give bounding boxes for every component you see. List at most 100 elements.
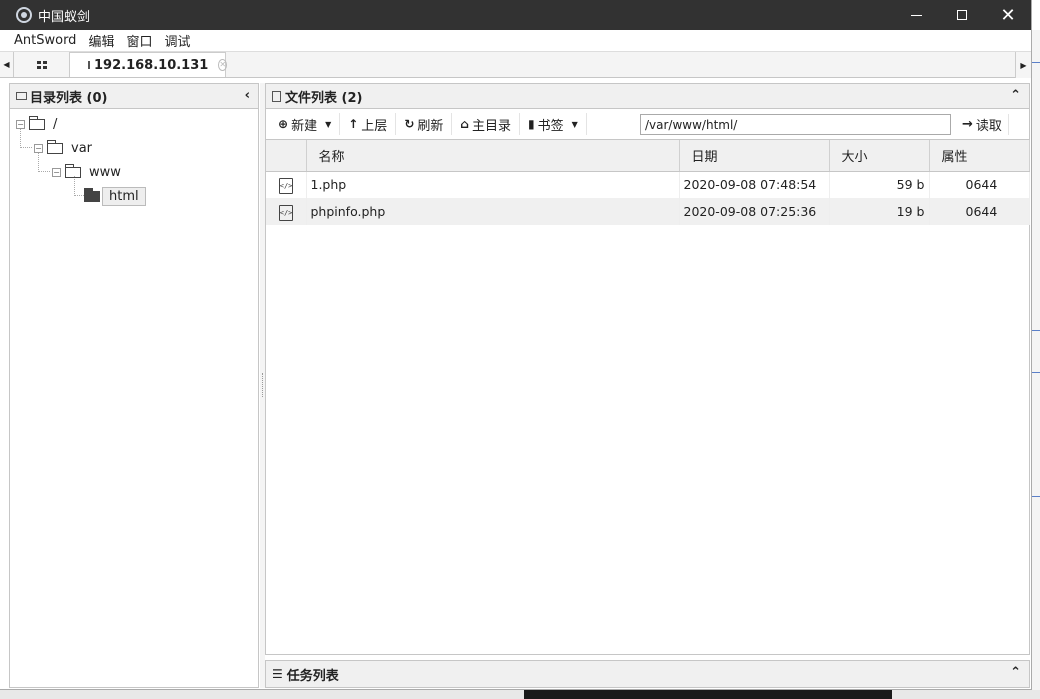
maximize-button[interactable] [939, 0, 985, 30]
bookmark-button[interactable]: ▮ 书签 ▼ [520, 113, 587, 135]
column-header-perm[interactable]: 属性 [929, 140, 1030, 172]
tab-label: 192.168.10.131 [94, 57, 209, 73]
window-controls: ✕ [893, 0, 1031, 30]
directory-tree: − / − var − www html [10, 109, 258, 687]
bookmark-icon: ▮ [528, 117, 535, 131]
home-icon: ⌂ [460, 117, 469, 131]
directory-panel-title: 目录列表 (0) [30, 90, 108, 106]
file-panel-title: 文件列表 (2) [285, 90, 363, 106]
caret-down-icon: ▼ [571, 119, 578, 129]
file-date: 2020-09-08 07:48:54 [679, 171, 830, 198]
read-button[interactable]: → 读取 [956, 114, 1009, 135]
file-panel-header: 文件列表 (2) ⌃ [266, 84, 1029, 109]
column-header-name[interactable]: 名称 [306, 140, 680, 172]
plus-circle-icon: ⊕ [278, 117, 289, 131]
column-header-size[interactable]: 大小 [829, 140, 930, 172]
antsword-logo-icon [16, 7, 32, 23]
file-perm: 0644 [929, 171, 1030, 198]
table-header-row: 名称 日期 大小 属性 [266, 140, 1030, 172]
arrow-up-icon: ↑ [348, 117, 359, 131]
file-date: 2020-09-08 07:25:36 [679, 198, 830, 225]
file-table: 名称 日期 大小 属性 </> 1.php 2020-09-08 07:48:5… [266, 140, 1030, 225]
php-file-icon: </> [278, 177, 293, 194]
up-label: 上层 [361, 118, 388, 134]
folder-solid-icon [84, 188, 100, 202]
title-bar[interactable]: 中国蚁剑 ✕ [0, 0, 1031, 30]
tree-node-html[interactable]: html [84, 187, 146, 206]
minimize-icon [910, 14, 922, 16]
column-header-date[interactable]: 日期 [679, 140, 830, 172]
splitter-grip-icon [262, 373, 263, 397]
tab-shell-session[interactable]: 192.168.10.131 ✕ [70, 52, 228, 77]
file-perm: 0644 [929, 198, 1030, 225]
directory-panel-header: 目录列表 (0) ‹ [10, 84, 258, 109]
tab-scroll-left-button[interactable]: ◀ [0, 52, 14, 77]
file-name: 1.php [306, 171, 680, 198]
tree-label-var: var [71, 141, 93, 156]
menu-antsword[interactable]: AntSword [14, 33, 76, 48]
tree-node-root[interactable]: − / [16, 116, 58, 132]
file-size: 19 b [829, 198, 930, 225]
menu-window[interactable]: 窗口 [126, 31, 152, 50]
grid-icon [36, 60, 47, 69]
directory-panel: 目录列表 (0) ‹ − / − var − www html [9, 83, 259, 688]
tab-scroll-right-button[interactable]: ▶ [1015, 52, 1031, 78]
arrow-right-icon: → [962, 117, 973, 132]
new-label: 新建 [291, 118, 318, 134]
table-row[interactable]: </> phpinfo.php 2020-09-08 07:25:36 19 b… [266, 198, 1030, 225]
refresh-button[interactable]: ↻ 刷新 [396, 113, 453, 135]
menu-debug[interactable]: 调试 [164, 31, 190, 50]
tab-home[interactable] [14, 52, 70, 77]
tree-label-html: html [102, 187, 146, 206]
tree-node-var[interactable]: − var [34, 140, 93, 156]
file-panel: 文件列表 (2) ⌃ ⊕ 新建 ▼ ↑ 上层 ↻ 刷新 ⌂ 主目录 ▮ 书签 ▼… [265, 83, 1030, 655]
close-icon: ✕ [1000, 4, 1016, 26]
refresh-icon: ↻ [404, 117, 415, 131]
bookmark-label: 书签 [537, 118, 564, 134]
desktop-background-right [1032, 30, 1040, 699]
tree-toggle-icon[interactable]: − [34, 144, 43, 153]
file-icon [272, 90, 281, 102]
folder-icon [88, 61, 90, 69]
tab-bar: ◀ 192.168.10.131 ✕ ▶ [0, 52, 1031, 78]
antsword-window: 中国蚁剑 ✕ AntSword 编辑 窗口 调试 ◀ 192.168.10.13… [0, 0, 1032, 690]
home-label: 主目录 [471, 118, 511, 134]
file-size: 59 b [829, 171, 930, 198]
refresh-label: 刷新 [417, 118, 444, 134]
tree-toggle-icon[interactable]: − [52, 168, 61, 177]
read-label: 读取 [975, 119, 1002, 134]
list-icon: ☰ [272, 667, 283, 681]
task-panel-header: ☰ 任务列表 ⌃ [265, 660, 1030, 688]
expand-up-icon[interactable]: ⌃ [1010, 665, 1021, 680]
close-button[interactable]: ✕ [985, 0, 1031, 30]
collapse-left-icon[interactable]: ‹ [245, 88, 250, 103]
folder-icon [16, 92, 27, 100]
folder-icon [47, 140, 63, 154]
arrow-right-icon: ▶ [1020, 60, 1027, 70]
new-button[interactable]: ⊕ 新建 ▼ [266, 113, 341, 135]
folder-icon [65, 164, 81, 178]
maximize-icon [957, 10, 967, 20]
table-row[interactable]: </> 1.php 2020-09-08 07:48:54 59 b 0644 [266, 171, 1030, 198]
tree-label-www: www [89, 165, 121, 180]
column-header-icon [266, 140, 307, 172]
php-file-icon: </> [278, 204, 293, 221]
home-button[interactable]: ⌂ 主目录 [452, 113, 520, 135]
tree-label-root: / [53, 117, 58, 132]
arrow-left-icon: ◀ [3, 60, 10, 69]
window-title: 中国蚁剑 [38, 9, 91, 25]
tree-toggle-icon[interactable]: − [16, 120, 25, 129]
file-name: phpinfo.php [306, 198, 680, 225]
folder-icon [29, 116, 45, 130]
caret-down-icon: ▼ [325, 119, 332, 129]
up-button[interactable]: ↑ 上层 [340, 113, 397, 135]
collapse-up-icon[interactable]: ⌃ [1010, 88, 1021, 103]
task-panel-title: 任务列表 [286, 668, 339, 684]
desktop-background-bottom [0, 690, 1040, 699]
menu-edit[interactable]: 编辑 [88, 31, 114, 50]
tree-node-www[interactable]: − www [52, 164, 121, 180]
minimize-button[interactable] [893, 0, 939, 30]
file-toolbar: ⊕ 新建 ▼ ↑ 上层 ↻ 刷新 ⌂ 主目录 ▮ 书签 ▼ /var/www/h… [266, 109, 1029, 140]
tab-close-icon[interactable]: ✕ [218, 59, 228, 71]
path-input[interactable] [640, 114, 951, 135]
